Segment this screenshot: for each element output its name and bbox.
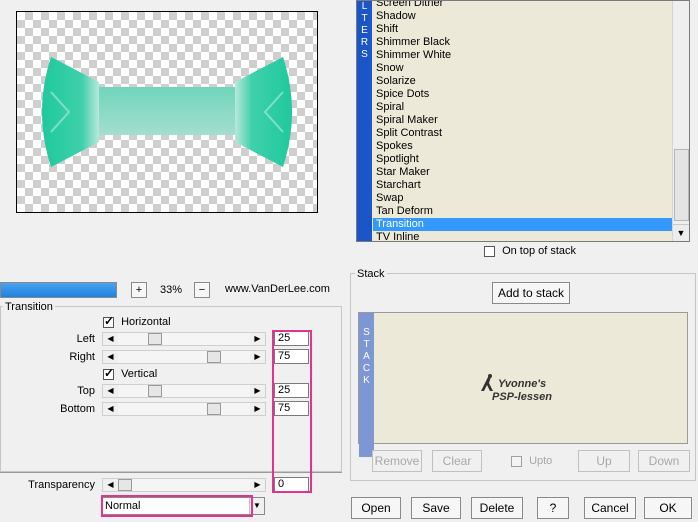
stack-vertical-label: STACK (359, 313, 374, 457)
watermark-line2: PSP-lessen (492, 391, 552, 403)
filter-list-item[interactable]: Snow (373, 62, 674, 75)
help-button[interactable]: ? (537, 497, 569, 519)
filters-vertical-label: LTERS (357, 1, 372, 241)
left-label: Left (76, 333, 95, 345)
filter-list-scroll-thumb[interactable] (674, 149, 689, 221)
vertical-checkbox[interactable] (103, 366, 114, 380)
bottom-slider-thumb[interactable] (207, 403, 221, 415)
transparency-label: Transparency (28, 479, 95, 491)
bottom-slider-increase-icon[interactable]: ▶ (250, 403, 265, 415)
upto-checkbox[interactable] (511, 455, 522, 467)
filter-list-item[interactable]: Shadow (373, 10, 674, 23)
filter-list-item[interactable]: Starchart (373, 179, 674, 192)
add-to-stack-button[interactable]: Add to stack (492, 282, 570, 304)
up-button[interactable]: Up (578, 450, 630, 472)
zoom-in-button[interactable]: + (131, 282, 147, 298)
filter-list-item[interactable]: Solarize (373, 75, 674, 88)
transparency-slider-thumb[interactable] (118, 479, 132, 491)
remove-button[interactable]: Remove (372, 450, 422, 472)
filter-list-item[interactable]: Split Contrast (373, 127, 674, 140)
bottom-slider-decrease-icon[interactable]: ◀ (103, 403, 118, 415)
transition-group-title: Transition (3, 301, 55, 313)
vertical-letter: E (361, 25, 368, 36)
filter-list-item[interactable]: Star Maker (373, 166, 674, 179)
vertical-letter: S (361, 49, 368, 60)
cancel-button[interactable]: Cancel (584, 497, 636, 519)
left-slider[interactable]: ◀ ▶ (102, 332, 266, 346)
right-slider-increase-icon[interactable]: ▶ (250, 351, 265, 363)
zoom-level: 33% (159, 284, 183, 296)
filter-list-item[interactable]: Shimmer White (373, 49, 674, 62)
render-progress-fill (1, 283, 116, 297)
filter-list-scrollbar[interactable]: ▼ (672, 1, 689, 241)
preview-bowtie-shape (42, 57, 292, 167)
filter-list-item[interactable]: TV Inline (373, 231, 674, 241)
filter-list-item[interactable]: Spice Dots (373, 88, 674, 101)
filter-list-item[interactable]: Swap (373, 192, 674, 205)
horizontal-option[interactable]: Horizontal (103, 314, 171, 328)
vertical-letter: A (363, 351, 370, 362)
bottom-label: Bottom (60, 403, 95, 415)
stack-group-title: Stack (355, 268, 387, 280)
right-slider[interactable]: ◀ ▶ (102, 350, 266, 364)
on-top-of-stack-label: On top of stack (502, 245, 577, 257)
preview-canvas (16, 11, 318, 213)
filter-list-item[interactable]: Screen Dither (373, 1, 674, 10)
vertical-option[interactable]: Vertical (103, 366, 158, 380)
right-label: Right (69, 351, 95, 363)
vertical-letter: S (363, 327, 370, 338)
site-url-link[interactable]: www.VanDerLee.com (225, 283, 330, 295)
filter-list-item[interactable]: Spiral (373, 101, 674, 114)
filter-list-item[interactable]: Spiral Maker (373, 114, 674, 127)
top-slider-decrease-icon[interactable]: ◀ (103, 385, 118, 397)
right-slider-decrease-icon[interactable]: ◀ (103, 351, 118, 363)
filter-list-item[interactable]: Spotlight (373, 153, 674, 166)
open-button[interactable]: Open (351, 497, 401, 519)
left-slider-increase-icon[interactable]: ▶ (250, 333, 265, 345)
vertical-letter: C (362, 363, 371, 374)
highlight-annotation-blend (101, 495, 253, 517)
save-button[interactable]: Save (411, 497, 461, 519)
horizontal-checkbox[interactable] (103, 314, 114, 328)
filter-list-item[interactable]: Spokes (373, 140, 674, 153)
vertical-letter: R (360, 37, 369, 48)
transparency-slider[interactable]: ◀ ▶ (102, 478, 266, 492)
horizontal-label: Horizontal (121, 316, 171, 328)
upto-label: Upto (529, 455, 553, 467)
vertical-letter: L (361, 1, 368, 12)
left-slider-decrease-icon[interactable]: ◀ (103, 333, 118, 345)
bottom-slider[interactable]: ◀ ▶ (102, 402, 266, 416)
on-top-of-stack-checkbox[interactable] (484, 245, 495, 257)
render-progress-bar (0, 282, 117, 298)
clear-button[interactable]: Clear (432, 450, 482, 472)
vertical-label: Vertical (121, 368, 158, 380)
filter-list-item[interactable]: Tan Deform (373, 205, 674, 218)
upto-option[interactable]: Upto (511, 455, 552, 467)
right-slider-thumb[interactable] (207, 351, 221, 363)
top-label: Top (77, 385, 95, 397)
highlight-annotation-values (272, 330, 312, 493)
vertical-letter: T (361, 13, 368, 24)
vertical-letter: T (363, 339, 370, 350)
filter-list-item[interactable]: Transition (373, 218, 674, 231)
filter-items[interactable]: Screen Dither Shadow Shift Shimmer Black Shi… (373, 1, 674, 241)
transparency-slider-increase-icon[interactable]: ▶ (250, 479, 265, 491)
filter-list-item[interactable]: Shimmer Black (373, 36, 674, 49)
on-top-of-stack-option[interactable]: On top of stack (484, 245, 576, 257)
top-slider-increase-icon[interactable]: ▶ (250, 385, 265, 397)
filter-list[interactable]: LTERS Screen Dither Shadow Shift Shimmer Bl… (356, 0, 690, 242)
delete-button[interactable]: Delete (471, 497, 523, 519)
transparency-slider-decrease-icon[interactable]: ◀ (103, 479, 118, 491)
ok-button[interactable]: OK (644, 497, 692, 519)
vertical-letter: K (363, 375, 370, 386)
top-slider-thumb[interactable] (148, 385, 162, 397)
zoom-out-button[interactable]: − (194, 282, 210, 298)
watermark-line1: Yvonne's (498, 378, 547, 390)
scroll-down-arrow-icon[interactable]: ▼ (673, 224, 689, 241)
left-slider-thumb[interactable] (148, 333, 162, 345)
top-slider[interactable]: ◀ ▶ (102, 384, 266, 398)
down-button[interactable]: Down (638, 450, 690, 472)
filter-list-item[interactable]: Shift (373, 23, 674, 36)
